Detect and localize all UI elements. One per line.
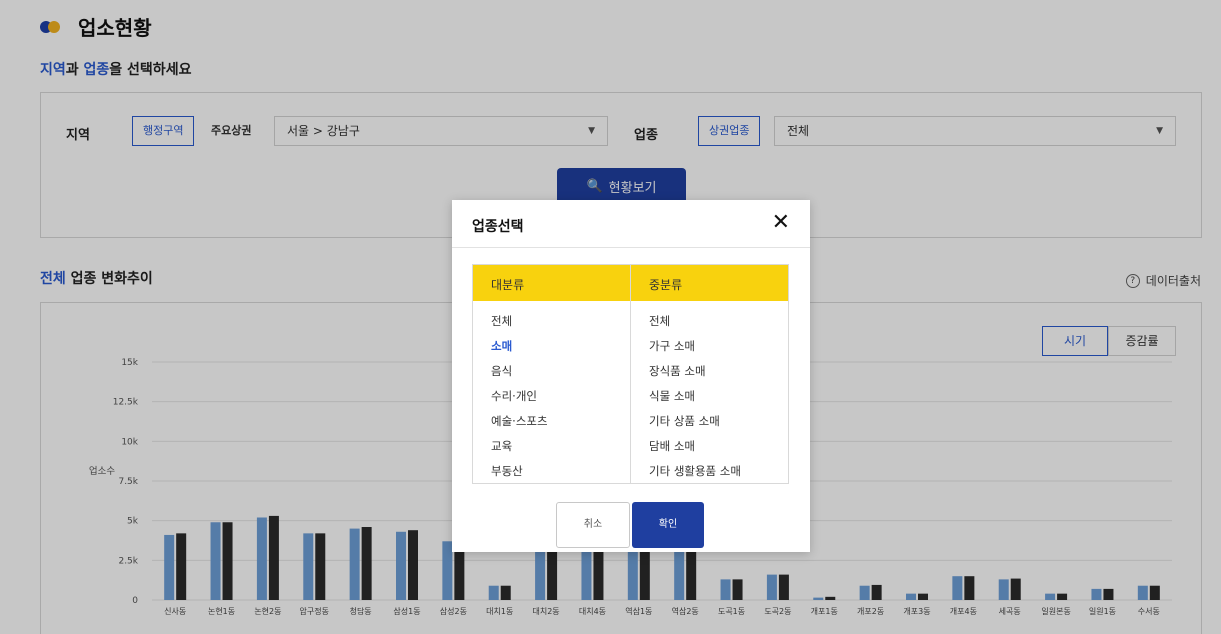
- major-category-item[interactable]: 부동산: [491, 463, 523, 479]
- minor-category-item[interactable]: 기타 생활용품 소매: [649, 463, 741, 479]
- col-major-header: 대분류: [491, 278, 525, 292]
- column-divider: [630, 265, 631, 483]
- category-table: 대분류 중분류 전체소매음식수리·개인예술·스포츠교육부동산 전체가구 소매장식…: [472, 264, 789, 484]
- major-category-item[interactable]: 소매: [491, 338, 512, 354]
- confirm-button[interactable]: 확인: [632, 502, 704, 548]
- col-minor-header: 중분류: [649, 278, 683, 292]
- close-icon[interactable]: ✕: [772, 210, 790, 235]
- minor-category-item[interactable]: 식물 소매: [649, 388, 695, 404]
- minor-category-item[interactable]: 가구 소매: [649, 338, 695, 354]
- minor-category-item[interactable]: 기타 상품 소매: [649, 413, 720, 429]
- minor-category-item[interactable]: 담배 소매: [649, 438, 695, 454]
- cancel-button[interactable]: 취소: [556, 502, 630, 548]
- modal-header: 업종선택 ✕: [452, 200, 810, 248]
- major-category-item[interactable]: 음식: [491, 363, 512, 379]
- minor-category-item[interactable]: 장식품 소매: [649, 363, 706, 379]
- minor-category-item[interactable]: 전체: [649, 313, 670, 329]
- major-category-item[interactable]: 교육: [491, 438, 512, 454]
- industry-select-modal: 업종선택 ✕ 대분류 중분류 전체소매음식수리·개인예술·스포츠교육부동산 전체…: [452, 200, 810, 552]
- major-category-item[interactable]: 전체: [491, 313, 512, 329]
- major-category-item[interactable]: 수리·개인: [491, 388, 537, 404]
- modal-title: 업종선택: [472, 219, 524, 235]
- major-category-item[interactable]: 예술·스포츠: [491, 413, 548, 429]
